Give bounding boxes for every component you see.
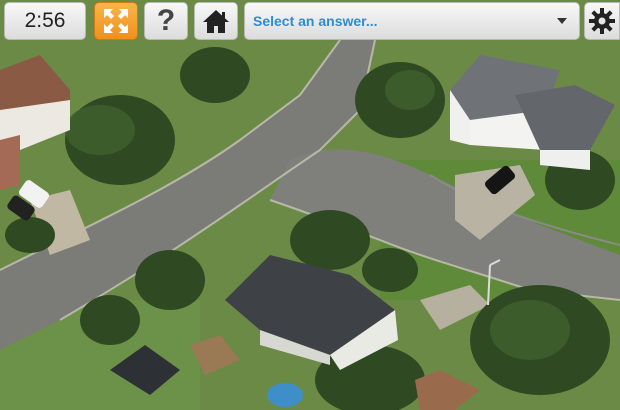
help-icon: ? — [156, 4, 176, 37]
answer-select[interactable]: Select an answer... — [244, 2, 580, 40]
help-button[interactable]: ? — [144, 2, 188, 40]
fullscreen-button[interactable] — [94, 2, 138, 40]
fullscreen-icon — [104, 9, 128, 33]
gear-icon — [589, 8, 615, 34]
answer-select-placeholder: Select an answer... — [253, 13, 378, 29]
home-button[interactable] — [194, 2, 238, 40]
aerial-map-photo — [0, 0, 620, 410]
settings-button[interactable] — [584, 2, 620, 40]
home-icon — [203, 10, 229, 33]
countdown-timer: 2:56 — [4, 2, 86, 40]
game-toolbar: 2:56 ? Select an answer... — [0, 0, 620, 44]
chevron-down-icon — [557, 18, 567, 24]
timer-text: 2:56 — [24, 9, 66, 32]
